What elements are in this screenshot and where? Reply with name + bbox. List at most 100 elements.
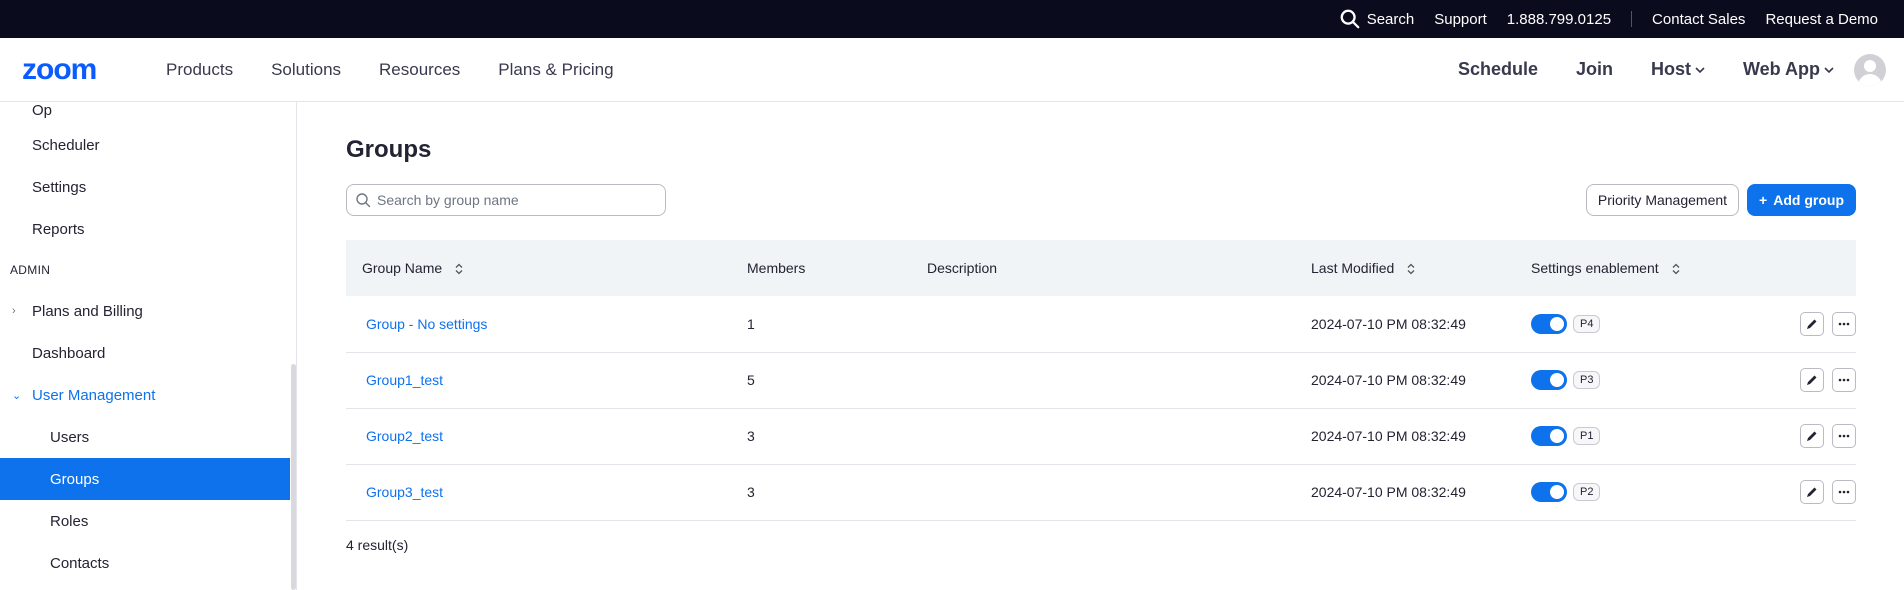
last-modified: 2024-07-10 PM 08:32:49	[1295, 464, 1515, 521]
primary-nav: Products Solutions Resources Plans & Pri…	[166, 60, 614, 80]
nav-web-app[interactable]: Web App	[1743, 59, 1834, 80]
search-input[interactable]	[377, 192, 657, 208]
sidebar-section-admin: ADMIN	[10, 263, 51, 277]
divider	[1631, 11, 1633, 27]
sidebar-item-users[interactable]: Users	[0, 416, 296, 458]
edit-button[interactable]	[1800, 480, 1824, 504]
column-label: Last Modified	[1311, 260, 1395, 276]
priority-badge: P2	[1573, 483, 1601, 501]
group-name-link[interactable]: Group1_test	[362, 372, 443, 388]
more-options-button[interactable]	[1832, 368, 1856, 392]
svg-text:zoom: zoom	[22, 56, 96, 84]
page-title: Groups	[346, 136, 432, 163]
edit-button[interactable]	[1800, 424, 1824, 448]
settings-toggle[interactable]	[1531, 482, 1567, 502]
table-row: Group2_test 3 2024-07-10 PM 08:32:49 P1	[346, 408, 1856, 465]
sidebar-item-roles[interactable]: Roles	[0, 500, 296, 542]
search-box	[346, 184, 666, 216]
main-content: Groups Priority Management + Add group G…	[297, 102, 1904, 590]
nav-host-label: Host	[1651, 59, 1691, 79]
sidebar-item-groups[interactable]: Groups	[0, 458, 290, 500]
description-cell	[911, 352, 1295, 409]
edit-button[interactable]	[1800, 311, 1824, 336]
description-cell	[911, 464, 1295, 521]
more-icon	[1838, 434, 1850, 438]
main-navbar: zoom Products Solutions Resources Plans …	[0, 38, 1904, 102]
add-group-button[interactable]: + Add group	[1747, 184, 1856, 216]
support-link[interactable]: Support	[1434, 11, 1487, 28]
search-link[interactable]: Search	[1339, 8, 1415, 30]
table-row: Group1_test 5 2024-07-10 PM 08:32:49 P3	[346, 352, 1856, 409]
chevron-down-icon: ⌄	[12, 389, 22, 402]
priority-badge: P1	[1573, 427, 1601, 445]
settings-toggle[interactable]	[1531, 370, 1567, 390]
phone-number[interactable]: 1.888.799.0125	[1507, 11, 1611, 28]
nav-host[interactable]: Host	[1651, 59, 1705, 80]
column-actions	[1695, 240, 1856, 296]
search-icon	[356, 193, 371, 208]
chevron-down-icon	[1695, 66, 1705, 73]
sidebar-item-contacts[interactable]: Contacts	[0, 542, 296, 584]
settings-toggle[interactable]	[1531, 313, 1567, 334]
sort-icon[interactable]	[454, 263, 464, 275]
members-count: 5	[731, 352, 911, 409]
sidebar-item-partial[interactable]: Op	[0, 102, 296, 124]
settings-toggle[interactable]	[1531, 426, 1567, 446]
column-last-modified[interactable]: Last Modified	[1295, 240, 1515, 296]
sidebar-item-dashboard[interactable]: Dashboard	[0, 332, 296, 374]
nav-schedule[interactable]: Schedule	[1458, 59, 1538, 80]
priority-badge: P3	[1573, 371, 1601, 389]
sort-icon[interactable]	[1671, 263, 1681, 275]
sidebar-item-user-management[interactable]: ⌄ User Management	[0, 374, 296, 416]
column-group-name[interactable]: Group Name	[346, 240, 731, 296]
description-cell	[911, 296, 1295, 353]
zoom-logo[interactable]: zoom	[22, 56, 132, 84]
nav-products[interactable]: Products	[166, 60, 233, 80]
sort-icon[interactable]	[1406, 263, 1416, 275]
sidebar-item-label: User Management	[32, 386, 156, 404]
column-description: Description	[911, 240, 1295, 296]
sidebar-item-scheduler[interactable]: Scheduler	[0, 124, 296, 166]
priority-management-button[interactable]: Priority Management	[1585, 184, 1740, 216]
more-icon	[1838, 378, 1850, 382]
nav-web-app-label: Web App	[1743, 59, 1820, 79]
secondary-nav: Schedule Join Host Web App	[1458, 53, 1904, 86]
nav-join[interactable]: Join	[1576, 59, 1613, 80]
group-name-link[interactable]: Group - No settings	[362, 316, 487, 332]
search-link-label: Search	[1366, 10, 1415, 28]
last-modified: 2024-07-10 PM 08:32:49	[1295, 408, 1515, 465]
nav-resources[interactable]: Resources	[379, 60, 460, 80]
pencil-icon	[1807, 487, 1817, 497]
table-row: Group3_test 3 2024-07-10 PM 08:32:49 P2	[346, 464, 1856, 521]
request-demo-link[interactable]: Request a Demo	[1765, 11, 1878, 28]
contact-sales-link[interactable]: Contact Sales	[1652, 11, 1745, 28]
column-settings-enablement[interactable]: Settings enablement	[1515, 240, 1695, 296]
top-utility-bar: Search Support 1.888.799.0125 Contact Sa…	[0, 0, 1904, 38]
more-options-button[interactable]	[1832, 424, 1856, 448]
sidebar-item-settings[interactable]: Settings	[0, 166, 296, 208]
group-name-link[interactable]: Group3_test	[362, 484, 443, 500]
nav-plans-pricing[interactable]: Plans & Pricing	[498, 60, 613, 80]
table-row: Group - No settings 1 2024-07-10 PM 08:3…	[346, 296, 1856, 353]
members-count: 3	[731, 464, 911, 521]
more-options-button[interactable]	[1832, 480, 1856, 504]
results-count: 4 result(s)	[346, 536, 409, 553]
zoom-logo-icon: zoom	[22, 56, 97, 84]
group-name-link[interactable]: Group2_test	[362, 428, 443, 444]
toolbar: Priority Management + Add group	[346, 184, 1856, 216]
avatar[interactable]	[1854, 53, 1886, 86]
nav-solutions[interactable]: Solutions	[271, 60, 341, 80]
edit-button[interactable]	[1800, 368, 1824, 392]
search-icon	[1340, 9, 1360, 29]
more-icon	[1838, 322, 1850, 326]
more-options-button[interactable]	[1832, 311, 1856, 336]
sidebar-item-label: Plans and Billing	[32, 302, 143, 320]
table-header-row: Group Name Members Description Last Modi…	[346, 240, 1856, 296]
add-group-label: Add group	[1773, 192, 1844, 208]
sidebar-scrollbar[interactable]	[291, 364, 296, 590]
sidebar: Op Scheduler Settings Reports ADMIN › Pl…	[0, 102, 297, 590]
sidebar-item-reports[interactable]: Reports	[0, 208, 296, 250]
priority-badge: P4	[1573, 314, 1601, 333]
members-count: 1	[731, 296, 911, 353]
sidebar-item-plans-billing[interactable]: › Plans and Billing	[0, 290, 296, 332]
